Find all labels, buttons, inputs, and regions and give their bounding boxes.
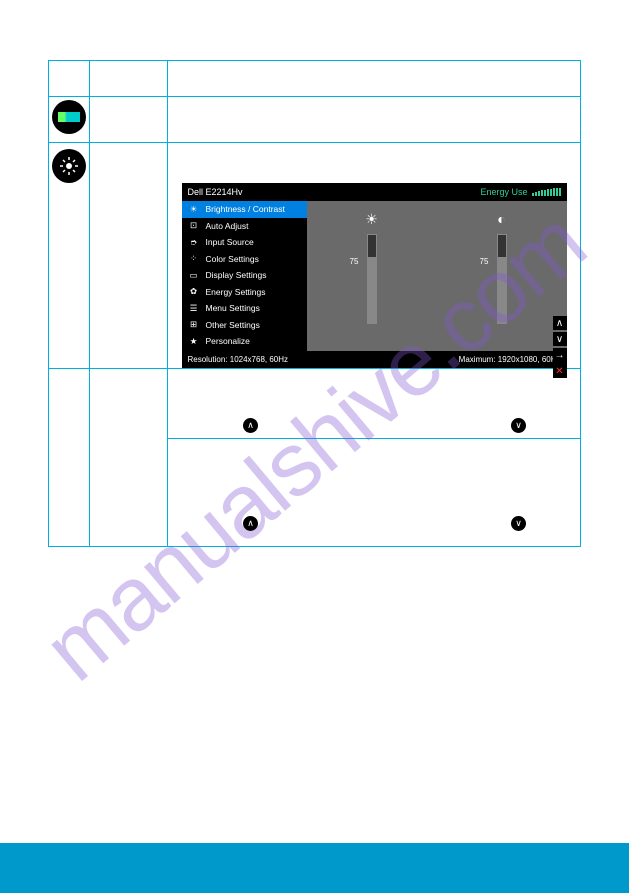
cell-content-2: [168, 97, 581, 143]
brightness-icon: [52, 149, 86, 183]
cell-label-4: [90, 369, 168, 547]
star-icon: ★: [188, 335, 200, 347]
adjust-icon: ⊡: [188, 220, 200, 232]
brightness-slider-icon: ☀: [365, 211, 378, 229]
brightness-slider-col: ☀ 75: [307, 201, 437, 351]
menu-brightness-contrast[interactable]: ☀ Brightness / Contrast: [182, 201, 307, 218]
display-icon: ▭: [188, 269, 200, 281]
osd-screenshot: Dell E2214Hv Energy Use ☀ Brightness / Co…: [182, 183, 567, 368]
osd-body: ☀ Brightness / Contrast ⊡ Auto Adjust ➮ Inp…: [182, 201, 567, 351]
contrast-slider-icon: ◐: [497, 211, 505, 229]
input-icon: ➮: [188, 236, 200, 248]
menu-icon: ☰: [188, 302, 200, 314]
max-resolution-text: Maximum: 1920x1080, 60Hz: [459, 355, 561, 364]
energy-use-label: Energy Use: [480, 187, 527, 197]
menu-energy-settings[interactable]: ✿ Energy Settings: [182, 284, 307, 301]
energy-use-indicator: Energy Use: [480, 187, 560, 197]
contrast-value: 75: [480, 257, 489, 266]
menu-label: Energy Settings: [206, 287, 266, 297]
menu-personalize[interactable]: ★ Personalize: [182, 333, 307, 350]
leaf-icon: ✿: [188, 286, 200, 298]
osd-sliders: ☀ 75 ◐ 75: [307, 201, 567, 351]
menu-label: Brightness / Contrast: [206, 204, 285, 214]
up-button[interactable]: ∧: [243, 516, 258, 531]
menu-label: Input Source: [206, 237, 254, 247]
menu-label: Other Settings: [206, 320, 260, 330]
osd-title: Dell E2214Hv: [188, 187, 243, 197]
cell-content-1: [168, 61, 581, 97]
osd-header: Dell E2214Hv Energy Use: [182, 183, 567, 201]
energy-bars-icon: [52, 100, 86, 134]
up-button[interactable]: ∧: [243, 418, 258, 433]
resolution-text: Resolution: 1024x768, 60Hz: [188, 355, 289, 364]
energy-icon-cell: [49, 97, 90, 143]
menu-label: Menu Settings: [206, 303, 260, 313]
menu-label: Color Settings: [206, 254, 259, 264]
menu-auto-adjust[interactable]: ⊡ Auto Adjust: [182, 218, 307, 235]
cell-icon-1: [49, 61, 90, 97]
color-icon: ⁘: [188, 253, 200, 265]
cell-icon-4: [49, 369, 90, 547]
brightness-fill: [368, 257, 376, 323]
menu-other-settings[interactable]: ⊞ Other Settings: [182, 317, 307, 334]
menu-label: Personalize: [206, 336, 250, 346]
contrast-row: ∧ ∨: [168, 439, 581, 547]
menu-color-settings[interactable]: ⁘ Color Settings: [182, 251, 307, 268]
contrast-slider[interactable]: 75: [497, 234, 507, 324]
menu-menu-settings[interactable]: ☰ Menu Settings: [182, 300, 307, 317]
cell-label-1: [90, 61, 168, 97]
brightness-row: ∧ ∨: [168, 369, 581, 439]
cell-label-2: [90, 97, 168, 143]
osd-container: Dell E2214Hv Energy Use ☀ Brightness / Co…: [168, 143, 581, 369]
down-button[interactable]: ∨: [511, 418, 526, 433]
nav-enter-button[interactable]: →: [553, 348, 567, 362]
down-button[interactable]: ∨: [511, 516, 526, 531]
contrast-slider-col: ◐ 75: [437, 201, 567, 351]
brightness-value: 75: [350, 257, 359, 266]
sun-icon: ☀: [188, 203, 200, 215]
osd-footer: Resolution: 1024x768, 60Hz Maximum: 1920…: [182, 351, 567, 368]
osd-menu: ☀ Brightness / Contrast ⊡ Auto Adjust ➮ Inp…: [182, 201, 307, 351]
page-footer-bar: [0, 843, 629, 893]
nav-down-button[interactable]: ∨: [553, 332, 567, 346]
menu-display-settings[interactable]: ▭ Display Settings: [182, 267, 307, 284]
nav-up-button[interactable]: ∧: [553, 316, 567, 330]
contrast-fill: [498, 257, 506, 323]
other-icon: ⊞: [188, 319, 200, 331]
brightness-icon-cell: [49, 143, 90, 369]
settings-table: Dell E2214Hv Energy Use ☀ Brightness / Co…: [48, 60, 581, 547]
energy-bars: [532, 188, 561, 196]
osd-nav-buttons: ∧ ∨ → ✕: [553, 316, 567, 378]
menu-input-source[interactable]: ➮ Input Source: [182, 234, 307, 251]
cell-label-3: [90, 143, 168, 369]
brightness-slider[interactable]: 75: [367, 234, 377, 324]
menu-label: Auto Adjust: [206, 221, 249, 231]
menu-label: Display Settings: [206, 270, 267, 280]
